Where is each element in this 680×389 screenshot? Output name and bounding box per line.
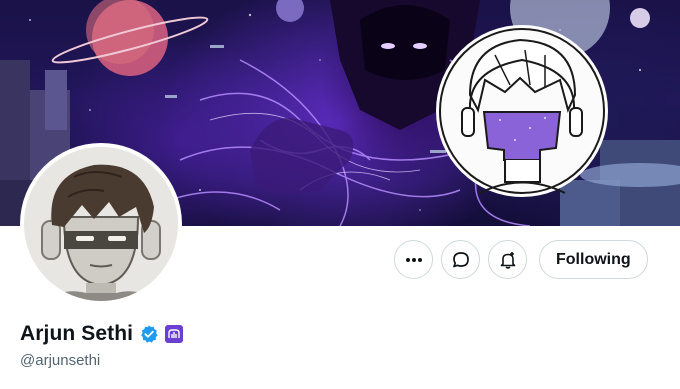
user-handle: @arjunsethi xyxy=(20,352,101,369)
affiliation-glyph xyxy=(168,329,180,338)
display-name: Arjun Sethi xyxy=(20,322,134,345)
message-button[interactable] xyxy=(441,240,480,279)
more-horizontal-icon xyxy=(405,257,422,262)
avatar xyxy=(24,147,178,301)
purple-square-badge-icon[interactable] xyxy=(165,325,184,343)
profile-actions: Following xyxy=(394,240,648,279)
profile-avatar[interactable] xyxy=(20,143,182,305)
bell-plus-icon xyxy=(500,251,515,269)
notifications-button[interactable] xyxy=(488,240,527,279)
following-button[interactable]: Following xyxy=(539,240,648,279)
message-bubble-icon xyxy=(452,251,469,267)
avatar-illustration xyxy=(24,147,178,301)
verified-badge-icon[interactable] xyxy=(139,324,159,344)
more-button[interactable] xyxy=(394,240,433,279)
name-row: Arjun Sethi xyxy=(20,322,184,346)
